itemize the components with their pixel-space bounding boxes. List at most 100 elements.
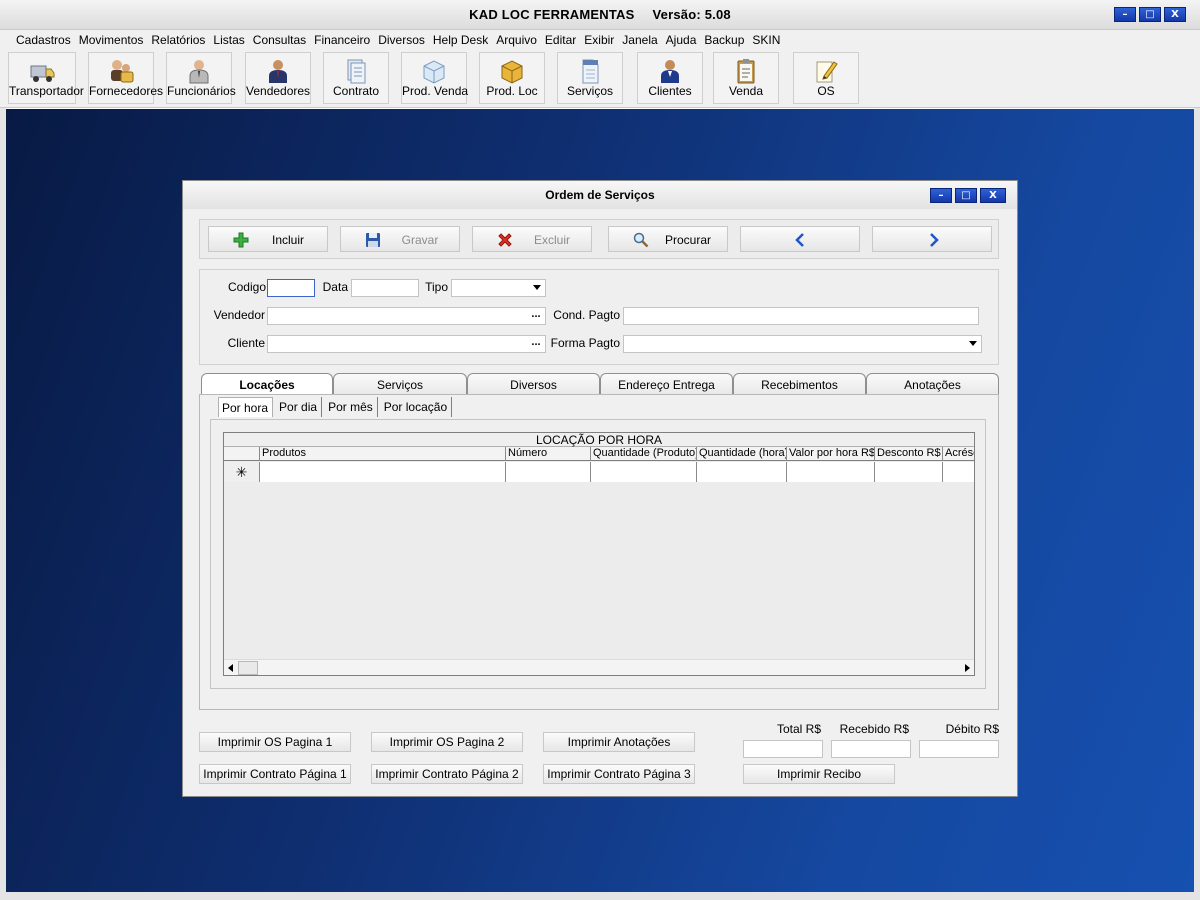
col-valor-por-hora[interactable]: Valor por hora R$ (787, 447, 875, 461)
locacao-por-hora-grid[interactable]: LOCAÇÃO POR HORA Produtos Número Quantid… (223, 432, 975, 676)
menu-editar[interactable]: Editar (541, 30, 580, 50)
cell-valor-por-hora[interactable] (787, 462, 875, 482)
imprimir-recibo-button[interactable]: Imprimir Recibo (743, 764, 895, 784)
tipo-select[interactable] (451, 279, 546, 297)
next-record-button[interactable] (872, 226, 992, 252)
previous-record-button[interactable] (740, 226, 860, 252)
clipboard-icon (737, 59, 755, 84)
menu-exibir[interactable]: Exibir (580, 30, 618, 50)
menu-movimentos[interactable]: Movimentos (75, 30, 148, 50)
menu-cadastros[interactable]: Cadastros (12, 30, 75, 50)
dialog-window-controls: – □ X (930, 188, 1006, 203)
toolbar-prod-venda-button[interactable]: Prod. Venda (401, 52, 469, 104)
dialog-maximize-button[interactable]: □ (955, 188, 977, 203)
toolbar-prod-loc-button[interactable]: Prod. Loc (479, 52, 545, 104)
tab-anotacoes[interactable]: Anotações (866, 373, 999, 395)
toolbar-label: Prod. Venda (402, 84, 469, 98)
tab-diversos[interactable]: Diversos (467, 373, 600, 395)
locacoes-tab-panel: Por hora Por dia Por mês Por locação LOC… (199, 394, 999, 710)
cliente-input[interactable]: ... (267, 335, 546, 353)
cell-numero[interactable] (506, 462, 591, 482)
col-quantidade-hora[interactable]: Quantidade (hora) (697, 447, 787, 461)
cell-desconto[interactable] (875, 462, 943, 482)
forma-pagto-select[interactable] (623, 335, 982, 353)
toolbar-funcionarios-button[interactable]: Funcionários (166, 52, 236, 104)
cond-pagto-input[interactable] (623, 307, 979, 325)
toolbar-transportador-button[interactable]: Transportador (8, 52, 84, 104)
main-tabs: Locações Serviços Diversos Endereço Entr… (201, 373, 1001, 396)
cell-acrescimo[interactable] (943, 462, 974, 482)
cell-quantidade-hora[interactable] (697, 462, 787, 482)
menu-listas[interactable]: Listas (209, 30, 248, 50)
maximize-button[interactable]: □ (1139, 7, 1161, 22)
document-icon (582, 59, 599, 84)
toolbar-label: OS (817, 84, 835, 98)
toolbar-vendedores-button[interactable]: Vendedores (245, 52, 311, 104)
procurar-button[interactable]: Procurar (608, 226, 728, 252)
menu-consultas[interactable]: Consultas (249, 30, 310, 50)
toolbar-contrato-button[interactable]: Contrato (323, 52, 389, 104)
vendedor-lookup-button[interactable]: ... (527, 308, 545, 324)
toolbar-clientes-button[interactable]: Clientes (637, 52, 703, 104)
procurar-label: Procurar (664, 233, 711, 247)
tab-locacoes[interactable]: Locações (201, 373, 333, 396)
toolbar-fornecedores-button[interactable]: Fornecedores (88, 52, 163, 104)
minimize-button[interactable]: – (1114, 7, 1136, 22)
cell-produtos[interactable] (260, 462, 506, 482)
scroll-left-icon[interactable] (228, 664, 233, 672)
debito-input[interactable] (919, 740, 999, 758)
cell-quantidade-produto[interactable] (591, 462, 697, 482)
menu-diversos[interactable]: Diversos (374, 30, 429, 50)
imprimir-os-pagina-2-button[interactable]: Imprimir OS Pagina 2 (371, 732, 523, 752)
imprimir-contrato-pagina-1-button[interactable]: Imprimir Contrato Página 1 (199, 764, 351, 784)
recebido-input[interactable] (831, 740, 911, 758)
imprimir-contrato-pagina-3-button[interactable]: Imprimir Contrato Página 3 (543, 764, 695, 784)
excluir-button[interactable]: Excluir (472, 226, 592, 252)
menu-backup[interactable]: Backup (700, 30, 748, 50)
subtab-por-hora[interactable]: Por hora (218, 397, 274, 417)
toolbar-label: Venda (728, 84, 764, 98)
total-input[interactable] (743, 740, 823, 758)
imprimir-contrato-pagina-2-button[interactable]: Imprimir Contrato Página 2 (371, 764, 523, 784)
data-input[interactable] (351, 279, 419, 297)
subtab-por-dia[interactable]: Por dia (276, 397, 323, 417)
action-bar: Incluir Gravar Excluir Procurar (199, 219, 999, 259)
col-numero[interactable]: Número (506, 447, 591, 461)
toolbar-label: Vendedores (246, 84, 311, 98)
grid-caption: LOCAÇÃO POR HORA (224, 433, 974, 447)
imprimir-anotacoes-button[interactable]: Imprimir Anotações (543, 732, 695, 752)
scroll-right-icon[interactable] (965, 664, 970, 672)
horizontal-scrollbar[interactable] (224, 659, 974, 675)
col-quantidade-produto[interactable]: Quantidade (Produto) (591, 447, 697, 461)
table-row[interactable]: ✳ (224, 462, 974, 482)
col-desconto[interactable]: Desconto R$ (875, 447, 943, 461)
menu-ajuda[interactable]: Ajuda (662, 30, 701, 50)
scroll-thumb[interactable] (238, 661, 258, 675)
dialog-minimize-button[interactable]: – (930, 188, 952, 203)
incluir-button[interactable]: Incluir (208, 226, 328, 252)
subtab-por-locacao[interactable]: Por locação (381, 397, 453, 417)
dialog-body: Incluir Gravar Excluir Procurar Codigo D… (187, 209, 1013, 792)
menu-help-desk[interactable]: Help Desk (429, 30, 492, 50)
toolbar-os-button[interactable]: OS (793, 52, 859, 104)
dialog-close-button[interactable]: X (980, 188, 1006, 203)
imprimir-os-pagina-1-button[interactable]: Imprimir OS Pagina 1 (199, 732, 351, 752)
subtab-por-mes[interactable]: Por mês (325, 397, 378, 417)
cliente-lookup-button[interactable]: ... (527, 336, 545, 352)
menu-skin[interactable]: SKIN (748, 30, 784, 50)
toolbar-venda-button[interactable]: Venda (713, 52, 779, 104)
menu-arquivo[interactable]: Arquivo (492, 30, 541, 50)
col-acrescimo[interactable]: Acrésc (943, 447, 974, 461)
col-produtos[interactable]: Produtos (260, 447, 506, 461)
vendedor-input[interactable]: ... (267, 307, 546, 325)
tab-servicos[interactable]: Serviços (333, 373, 467, 395)
menu-relatorios[interactable]: Relatórios (147, 30, 209, 50)
menu-financeiro[interactable]: Financeiro (310, 30, 374, 50)
toolbar-servicos-button[interactable]: Serviços (557, 52, 623, 104)
gravar-button[interactable]: Gravar (340, 226, 460, 252)
tab-endereco-entrega[interactable]: Endereço Entrega (600, 373, 733, 395)
codigo-input[interactable] (267, 279, 315, 297)
tab-recebimentos[interactable]: Recebimentos (733, 373, 866, 395)
menu-janela[interactable]: Janela (618, 30, 661, 50)
close-button[interactable]: X (1164, 7, 1186, 22)
